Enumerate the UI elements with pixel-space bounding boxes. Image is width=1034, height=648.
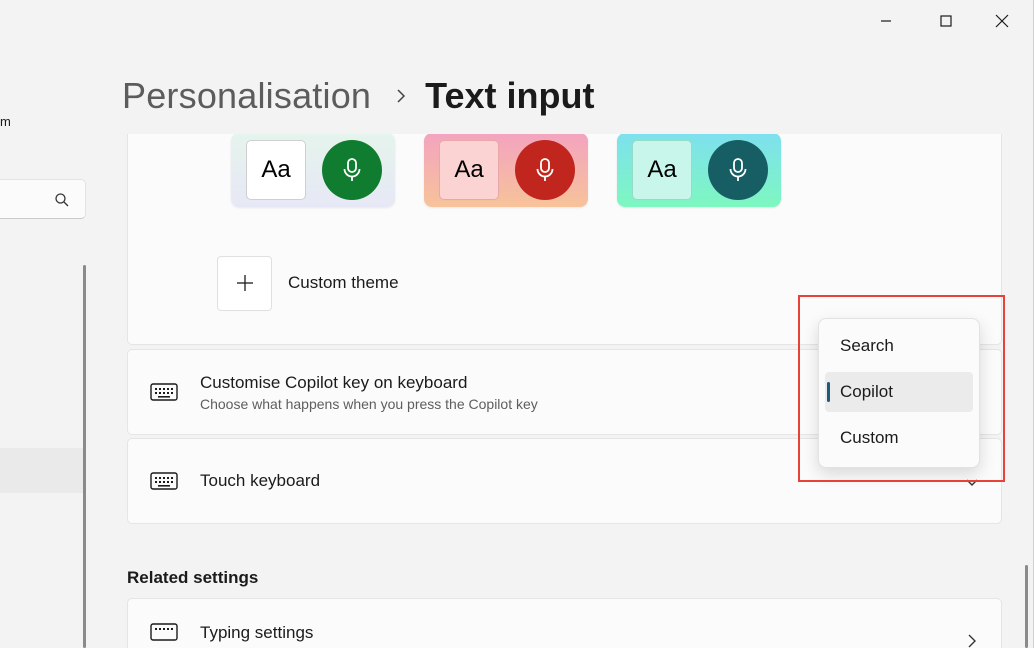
- chevron-right-icon: [395, 88, 407, 104]
- close-icon: [995, 14, 1009, 28]
- breadcrumb-parent[interactable]: Personalisation: [122, 75, 371, 117]
- theme-preview-text: Aa: [246, 140, 306, 200]
- typing-settings-link[interactable]: Typing settings: [127, 598, 1002, 648]
- microphone-icon: [515, 140, 575, 200]
- close-button[interactable]: [979, 4, 1025, 38]
- nav-user-text: m: [0, 114, 11, 129]
- minimize-button[interactable]: [863, 4, 909, 38]
- nav-search-input[interactable]: [0, 179, 86, 219]
- maximize-icon: [940, 15, 952, 27]
- nav-scrollbar[interactable]: [83, 265, 86, 648]
- page-title: Text input: [425, 75, 595, 116]
- chevron-right-icon: [967, 633, 977, 648]
- theme-preview-text: Aa: [439, 140, 499, 200]
- custom-theme-label: Custom theme: [288, 273, 399, 292]
- annotation-highlight-box: [798, 295, 1005, 482]
- theme-tile-red[interactable]: Aa: [424, 134, 588, 207]
- minimize-icon: [881, 20, 891, 22]
- related-settings-heading: Related settings: [127, 568, 259, 587]
- search-icon: [54, 192, 70, 213]
- nav-selected-item[interactable]: [0, 448, 84, 493]
- copilot-key-subtitle: Choose what happens when you press the C…: [200, 395, 538, 412]
- settings-window: m Personalisation Text input Aa Aa Aa Cu…: [0, 0, 1034, 648]
- copilot-key-title: Customise Copilot key on keyboard: [200, 372, 468, 392]
- custom-theme-button[interactable]: Custom theme: [217, 255, 399, 311]
- theme-preview-text: Aa: [632, 140, 692, 200]
- keyboard-icon: [150, 383, 180, 401]
- microphone-icon: [322, 140, 382, 200]
- plus-icon: [217, 255, 272, 311]
- theme-tile-green[interactable]: Aa: [231, 134, 395, 207]
- keyboard-icon: [150, 623, 180, 641]
- theme-tile-teal[interactable]: Aa: [617, 134, 781, 207]
- microphone-icon: [708, 140, 768, 200]
- typing-settings-label: Typing settings: [200, 623, 314, 642]
- touch-keyboard-title: Touch keyboard: [200, 471, 321, 490]
- breadcrumb: Personalisation Text input: [122, 72, 594, 120]
- maximize-button[interactable]: [923, 4, 969, 38]
- keyboard-icon: [150, 472, 180, 490]
- content-scrollbar[interactable]: [1025, 565, 1028, 648]
